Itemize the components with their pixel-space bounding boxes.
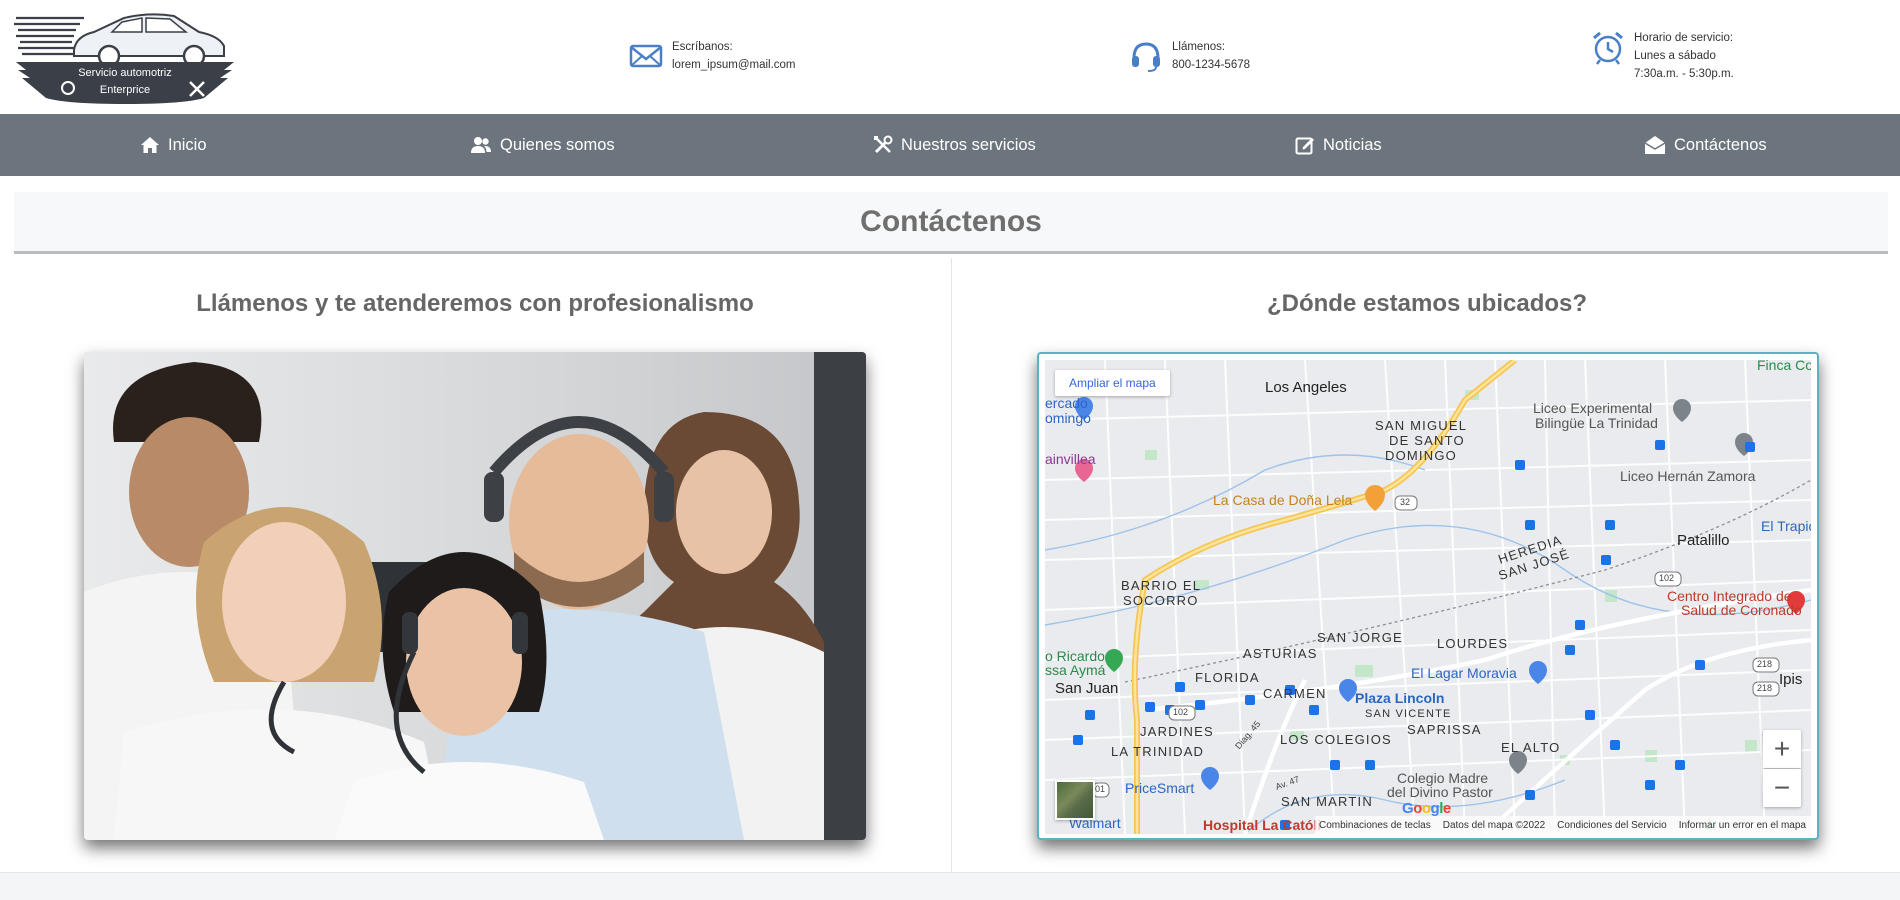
site-header: Servicio automotriz Enterprice Escríbano… — [0, 0, 1900, 114]
map-label-ricardo-2: ssa Aymá — [1045, 662, 1106, 678]
zoom-in-button[interactable]: + — [1763, 730, 1801, 768]
zoom-out-button[interactable]: − — [1763, 769, 1801, 807]
terms-link[interactable]: Condiciones del Servicio — [1557, 820, 1667, 831]
map-label-san-miguel-3: DOMINGO — [1385, 448, 1457, 463]
team-photo — [84, 352, 866, 840]
satellite-toggle[interactable] — [1055, 780, 1095, 820]
email-contact: Escríbanos: lorem_ipsum@mail.com — [628, 38, 796, 74]
route-218b-label: 218 — [1757, 683, 1773, 693]
map-label-liceo-exp-2: Bilingüe La Trinidad — [1535, 415, 1658, 431]
phone-contact: Llámenos: 800-1234-5678 — [1128, 38, 1250, 74]
page-title: Contáctenos — [860, 204, 1042, 238]
tools-icon — [874, 135, 893, 154]
nav-item-label: Quienes somos — [500, 135, 615, 154]
report-error-link[interactable]: Informar un error en el mapa — [1679, 820, 1806, 831]
map-label-barrio-2: SOCORRO — [1123, 593, 1199, 608]
map-label-la-trinidad: LA TRINIDAD — [1111, 744, 1205, 759]
nav-item-nuestros-servicios[interactable]: Nuestros servicios — [873, 114, 1036, 176]
nav-item-label: Contáctenos — [1674, 135, 1767, 154]
map-label-saprissa: SAPRISSA — [1407, 722, 1482, 737]
phone-value[interactable]: 800-1234-5678 — [1172, 56, 1250, 74]
map-label-lagar: El Lagar Moravia — [1411, 665, 1517, 681]
edit-icon — [1295, 137, 1314, 155]
map-label-lourdes: LOURDES — [1437, 636, 1509, 651]
map-data-text: Datos del mapa ©2022 — [1442, 819, 1546, 831]
section-title-bar: Contáctenos — [14, 192, 1888, 254]
svg-text:Servicio automotriz: Servicio automotriz — [78, 67, 172, 79]
hours-contact: Horario de servicio: Lunes a sábado 7:30… — [1590, 29, 1734, 83]
email-value[interactable]: lorem_ipsum@mail.com — [672, 56, 796, 74]
google-map[interactable]: Los Angeles SAN MIGUEL DE SANTO DOMINGO … — [1045, 360, 1811, 834]
map-label-san-martin: SAN MARTIN — [1281, 794, 1373, 809]
email-label: Escríbanos: — [672, 41, 733, 53]
phone-label: Llámenos: — [1172, 41, 1226, 53]
route-32-label: 32 — [1400, 497, 1411, 507]
route-218-label: 218 — [1757, 659, 1773, 669]
column-divider — [951, 258, 952, 872]
svg-text:Enterprice: Enterprice — [100, 84, 150, 96]
car-logo-icon: Servicio automotriz Enterprice — [14, 13, 234, 104]
envelope-icon — [629, 44, 663, 68]
map-label-liceo-exp-1: Liceo Experimental — [1533, 400, 1653, 416]
map-label-san-vicente: SAN VICENTE — [1365, 708, 1452, 720]
map-label-trapiche: El Trapic — [1761, 518, 1811, 534]
nav-item-inicio[interactable]: Inicio — [140, 114, 207, 176]
map-attribution: Combinaciones de teclas Datos del mapa ©… — [1315, 816, 1811, 834]
company-logo[interactable]: Servicio automotriz Enterprice — [14, 6, 236, 104]
map-label-finca: Finca Co — [1757, 360, 1811, 373]
map-label-colegio-2: del Divino Pastor — [1387, 784, 1493, 800]
map-label-asturias: ASTURIAS — [1243, 646, 1318, 661]
users-icon — [471, 137, 491, 153]
map-label-liceo-hz: Liceo Hernán Zamora — [1620, 468, 1756, 484]
map-label-san-miguel-1: SAN MIGUEL — [1375, 418, 1468, 433]
hours-days: Lunes a sábado — [1634, 50, 1716, 62]
map-label-florida: FLORIDA — [1195, 670, 1260, 685]
map-label-jardines: JARDINES — [1140, 724, 1214, 739]
expand-map-button[interactable]: Ampliar el mapa — [1055, 370, 1170, 396]
call-heading: Llámenos y te atenderemos con profesiona… — [196, 290, 754, 317]
map-label-carmen: CARMEN — [1263, 686, 1327, 701]
map-label-centro-2: Salud de Coronado — [1681, 602, 1802, 618]
nav-item-quienes-somos[interactable]: Quienes somos — [470, 114, 615, 176]
home-icon — [141, 137, 159, 153]
call-center-team-image — [84, 352, 866, 840]
nav-item-label: Nuestros servicios — [901, 135, 1036, 154]
map-label-mercado-1: ercado — [1045, 395, 1088, 411]
nav-item-label: Inicio — [168, 135, 207, 154]
route-102-label: 102 — [1173, 707, 1189, 717]
map-label-los-angeles: Los Angeles — [1265, 379, 1347, 396]
map-embed: Los Angeles SAN MIGUEL DE SANTO DOMINGO … — [1037, 352, 1819, 840]
map-label-barrio-1: BARRIO EL — [1121, 578, 1202, 593]
hours-time: 7:30a.m. - 5:30p.m. — [1634, 68, 1734, 80]
route-102b-label: 102 — [1659, 573, 1675, 583]
map-label-plaza-lincoln: Plaza Lincoln — [1355, 690, 1445, 706]
main-nav: Inicio Quienes somos Nuestros servicios … — [0, 114, 1900, 176]
map-label-mercado-2: omingo — [1045, 410, 1091, 426]
headset-icon — [1132, 42, 1160, 72]
map-label-san-juan: San Juan — [1055, 680, 1119, 697]
map-label-san-miguel-2: DE SANTO — [1389, 433, 1465, 448]
nav-item-contactenos[interactable]: Contáctenos — [1644, 114, 1767, 176]
route-101-label: 01 — [1095, 784, 1106, 794]
map-label-patalillo: Patalillo — [1677, 532, 1730, 549]
map-label-los-colegios: LOS COLEGIOS — [1280, 732, 1392, 747]
footer-strip — [0, 872, 1900, 900]
hours-label: Horario de servicio: — [1634, 32, 1734, 44]
keyboard-shortcuts-link[interactable]: Combinaciones de teclas — [1319, 820, 1431, 831]
map-label-el-alto: EL ALTO — [1501, 740, 1561, 755]
map-label-hospital: Hospital La Católi — [1203, 817, 1322, 833]
alarm-clock-icon — [1593, 31, 1623, 65]
nav-item-noticias[interactable]: Noticias — [1295, 114, 1382, 176]
map-label-buganvillea: ainvillea — [1045, 451, 1096, 467]
map-label-pricesmart: PriceSmart — [1125, 780, 1195, 796]
nav-item-label: Noticias — [1323, 135, 1382, 154]
envelope-open-icon — [1644, 136, 1666, 154]
google-logo: Google — [1402, 800, 1451, 817]
map-label-ipis: Ipis — [1779, 671, 1803, 688]
location-heading: ¿Dónde estamos ubicados? — [1266, 290, 1588, 317]
map-label-san-jorge: SAN JORGE — [1317, 630, 1403, 645]
map-label-dona-lela: La Casa de Doña Lela — [1213, 492, 1353, 508]
